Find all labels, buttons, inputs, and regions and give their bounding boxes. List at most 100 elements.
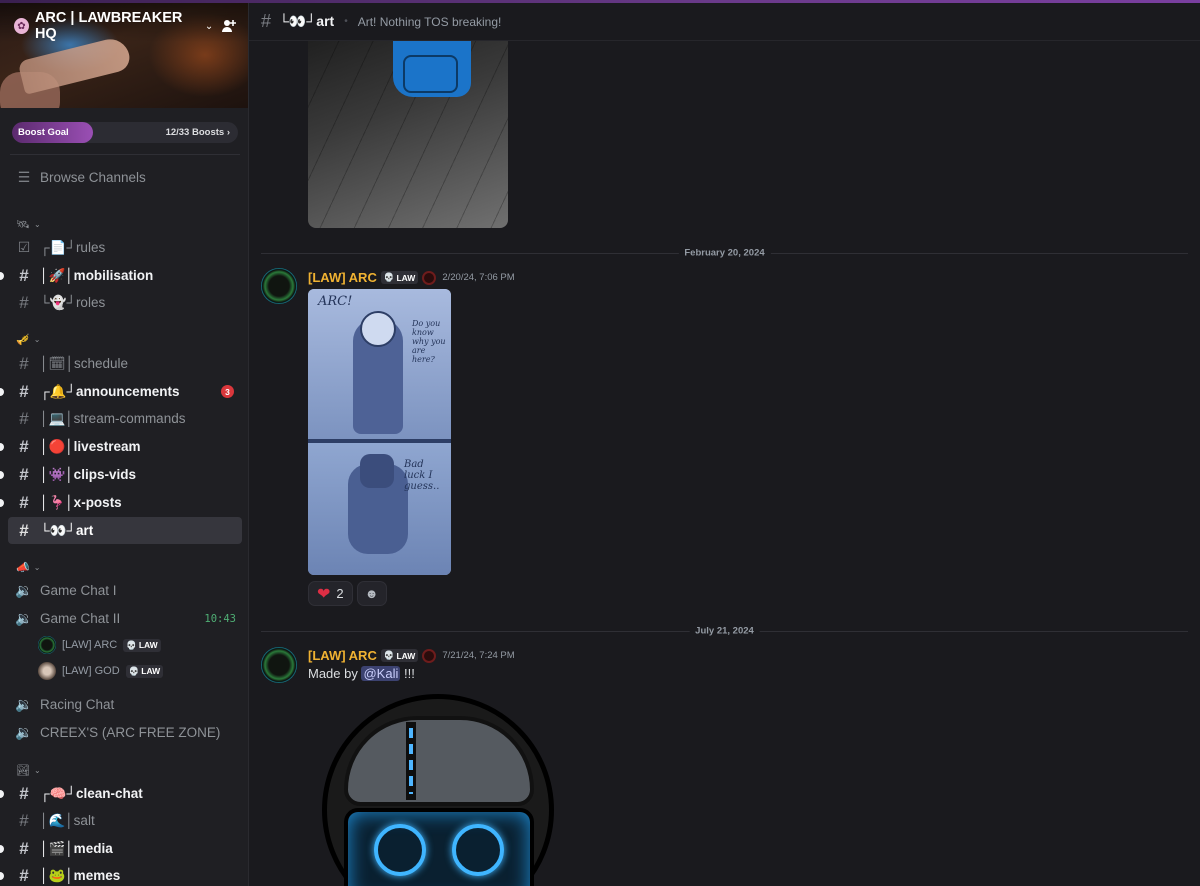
channel-name: │🗓│schedule bbox=[40, 355, 129, 371]
chevron-down-icon: ⌄ bbox=[33, 765, 41, 775]
role-icon bbox=[422, 648, 437, 663]
art-attachment-helmet-drawing[interactable] bbox=[308, 692, 568, 886]
channel-header: # └👀┘art • Art! Nothing TOS breaking! bbox=[249, 3, 1200, 41]
picture-icon: 🏞 bbox=[16, 764, 30, 777]
channel-schedule[interactable]: # │🗓│schedule bbox=[8, 350, 242, 377]
channel-art[interactable]: # └👀┘art bbox=[8, 517, 242, 544]
art-attachment-comic[interactable]: ARC! Do you know why you are here? Bad l… bbox=[308, 289, 451, 575]
category-toggle-3[interactable]: 📣 ⌄ bbox=[16, 559, 40, 575]
unread-indicator bbox=[0, 789, 4, 798]
invite-people-icon[interactable] bbox=[219, 16, 238, 36]
role-icon bbox=[422, 270, 437, 285]
channel-media[interactable]: # │🎬│media bbox=[0, 835, 242, 862]
channel-name: Racing Chat bbox=[40, 697, 115, 712]
boost-goal-bar[interactable]: Boost Goal 12/33 Boosts › bbox=[12, 122, 238, 143]
voice-user[interactable]: [LAW] GOD 💀 LAW bbox=[38, 660, 164, 682]
speaker-icon: 🔉 bbox=[15, 582, 33, 598]
channel-name: CREEX'S (ARC FREE ZONE) bbox=[40, 725, 221, 740]
unread-indicator bbox=[0, 470, 4, 479]
comic-speech: Do you know why you are here? bbox=[412, 319, 446, 364]
avatar[interactable] bbox=[261, 268, 297, 304]
channel-name: ┌🔔┘announcements bbox=[40, 383, 180, 399]
channel-title: └👀┘art bbox=[279, 13, 335, 29]
message-author[interactable]: [LAW] ARC bbox=[308, 648, 377, 663]
hash-icon: # bbox=[19, 408, 29, 428]
channel-announcements[interactable]: # ┌🔔┘announcements 3 bbox=[0, 378, 242, 405]
channel-name: Game Chat II bbox=[40, 611, 121, 626]
avatar[interactable] bbox=[261, 647, 297, 683]
voice-channel-racing-chat[interactable]: 🔉 Racing Chat bbox=[8, 691, 242, 718]
satellite-icon: 🛰 bbox=[16, 218, 30, 231]
channel-topic[interactable]: Art! Nothing TOS breaking! bbox=[358, 15, 502, 29]
channel-roles[interactable]: # └👻┘roles bbox=[8, 289, 242, 316]
channel-name: │🐸│memes bbox=[40, 867, 121, 883]
message-author[interactable]: [LAW] ARC bbox=[308, 270, 377, 285]
hash-icon: # bbox=[19, 492, 29, 512]
server-header[interactable]: ✿ ARC | LAWBREAKER HQ ⌄ bbox=[14, 10, 238, 42]
channel-livestream[interactable]: # │🔴│livestream bbox=[0, 433, 242, 460]
art-attachment-helmet-sketch[interactable] bbox=[308, 35, 508, 228]
hash-icon: # bbox=[261, 11, 272, 31]
category-toggle-1[interactable]: 🛰 ⌄ bbox=[16, 216, 41, 232]
unread-indicator bbox=[0, 844, 4, 853]
date-divider: July 21, 2024 bbox=[261, 625, 1188, 637]
voice-user[interactable]: [LAW] ARC 💀 LAW bbox=[38, 634, 161, 656]
voice-channel-game-chat-1[interactable]: 🔉 Game Chat I bbox=[8, 577, 242, 604]
server-name[interactable]: ARC | LAWBREAKER HQ bbox=[35, 10, 197, 42]
add-reaction-button[interactable]: ☻ bbox=[356, 581, 387, 606]
voice-user-name: [LAW] GOD bbox=[62, 665, 120, 677]
smiley-icon: ☻ bbox=[364, 586, 379, 601]
boost-count: 12/33 Boosts › bbox=[165, 127, 230, 138]
browse-channels-label: Browse Channels bbox=[40, 170, 146, 185]
mention-badge: 3 bbox=[221, 385, 234, 398]
channel-salt[interactable]: # │🌊│salt bbox=[8, 807, 242, 834]
voice-channel-game-chat-2[interactable]: 🔉 Game Chat II 10:43 bbox=[8, 605, 242, 632]
channel-sidebar: ✿ ARC | LAWBREAKER HQ ⌄ Boost Goal 12/33… bbox=[0, 0, 249, 886]
channel-name: │🔴│livestream bbox=[40, 438, 141, 454]
chat-area: # └👀┘art • Art! Nothing TOS breaking! Fe… bbox=[249, 0, 1200, 886]
guild-tag[interactable]: 💀 LAW bbox=[380, 271, 419, 284]
window-accent-bar bbox=[0, 0, 1200, 3]
chevron-down-icon: ⌄ bbox=[33, 334, 41, 344]
avatar bbox=[38, 662, 56, 680]
megaphone-icon: 📣 bbox=[16, 561, 30, 574]
channel-name: │🎬│media bbox=[40, 840, 113, 856]
channel-clean-chat[interactable]: # ┌🧠┘clean-chat bbox=[0, 780, 242, 807]
channel-clips-vids[interactable]: # │👾│clips-vids bbox=[0, 461, 242, 488]
channel-name: └👀┘art bbox=[40, 522, 94, 538]
user-mention[interactable]: @Kali bbox=[361, 666, 401, 681]
channel-name: │🚀│mobilisation bbox=[40, 267, 154, 283]
boost-goal-label: Boost Goal bbox=[18, 127, 69, 138]
channel-stream-commands[interactable]: # │💻│stream-commands bbox=[8, 405, 242, 432]
divider bbox=[10, 154, 240, 155]
channel-x-posts[interactable]: # │🦩│x-posts bbox=[0, 489, 242, 516]
browse-channels-icon: ☰ bbox=[17, 169, 31, 185]
date-divider-label: July 21, 2024 bbox=[689, 625, 760, 637]
hash-icon: # bbox=[19, 810, 29, 830]
unread-indicator bbox=[0, 387, 4, 396]
chevron-down-icon: ⌄ bbox=[33, 562, 41, 572]
reactions-row: ❤ 2 ☻ bbox=[308, 581, 387, 606]
unread-indicator bbox=[0, 271, 4, 280]
browse-channels[interactable]: ☰ Browse Channels bbox=[8, 164, 242, 191]
channel-name: │💻│stream-commands bbox=[40, 410, 186, 426]
rules-channel-icon: ☑ bbox=[17, 239, 31, 255]
heart-icon: ❤ bbox=[317, 585, 331, 603]
hash-icon: # bbox=[19, 265, 29, 285]
speaker-icon: 🔉 bbox=[15, 724, 33, 740]
hash-icon: # bbox=[19, 520, 29, 540]
category-toggle-4[interactable]: 🏞 ⌄ bbox=[16, 762, 41, 778]
channel-name: └👻┘roles bbox=[40, 294, 106, 310]
channel-rules[interactable]: ☑ ┌📄┘rules bbox=[8, 234, 242, 261]
guild-tag: 💀 LAW bbox=[125, 664, 164, 678]
category-toggle-2[interactable]: 🎺 ⌄ bbox=[16, 331, 40, 347]
channel-memes[interactable]: # │🐸│memes bbox=[0, 862, 242, 886]
guild-tag[interactable]: 💀 LAW bbox=[380, 649, 419, 662]
speaker-icon: 🔉 bbox=[15, 696, 33, 712]
reaction-heart[interactable]: ❤ 2 bbox=[308, 581, 353, 606]
chevron-down-icon[interactable]: ⌄ bbox=[205, 21, 213, 32]
voice-channel-creex[interactable]: 🔉 CREEX'S (ARC FREE ZONE) bbox=[8, 719, 242, 746]
channel-name: ┌🧠┘clean-chat bbox=[40, 785, 143, 801]
channel-mobilisation[interactable]: # │🚀│mobilisation bbox=[0, 262, 242, 289]
channel-name: │🦩│x-posts bbox=[40, 494, 122, 510]
